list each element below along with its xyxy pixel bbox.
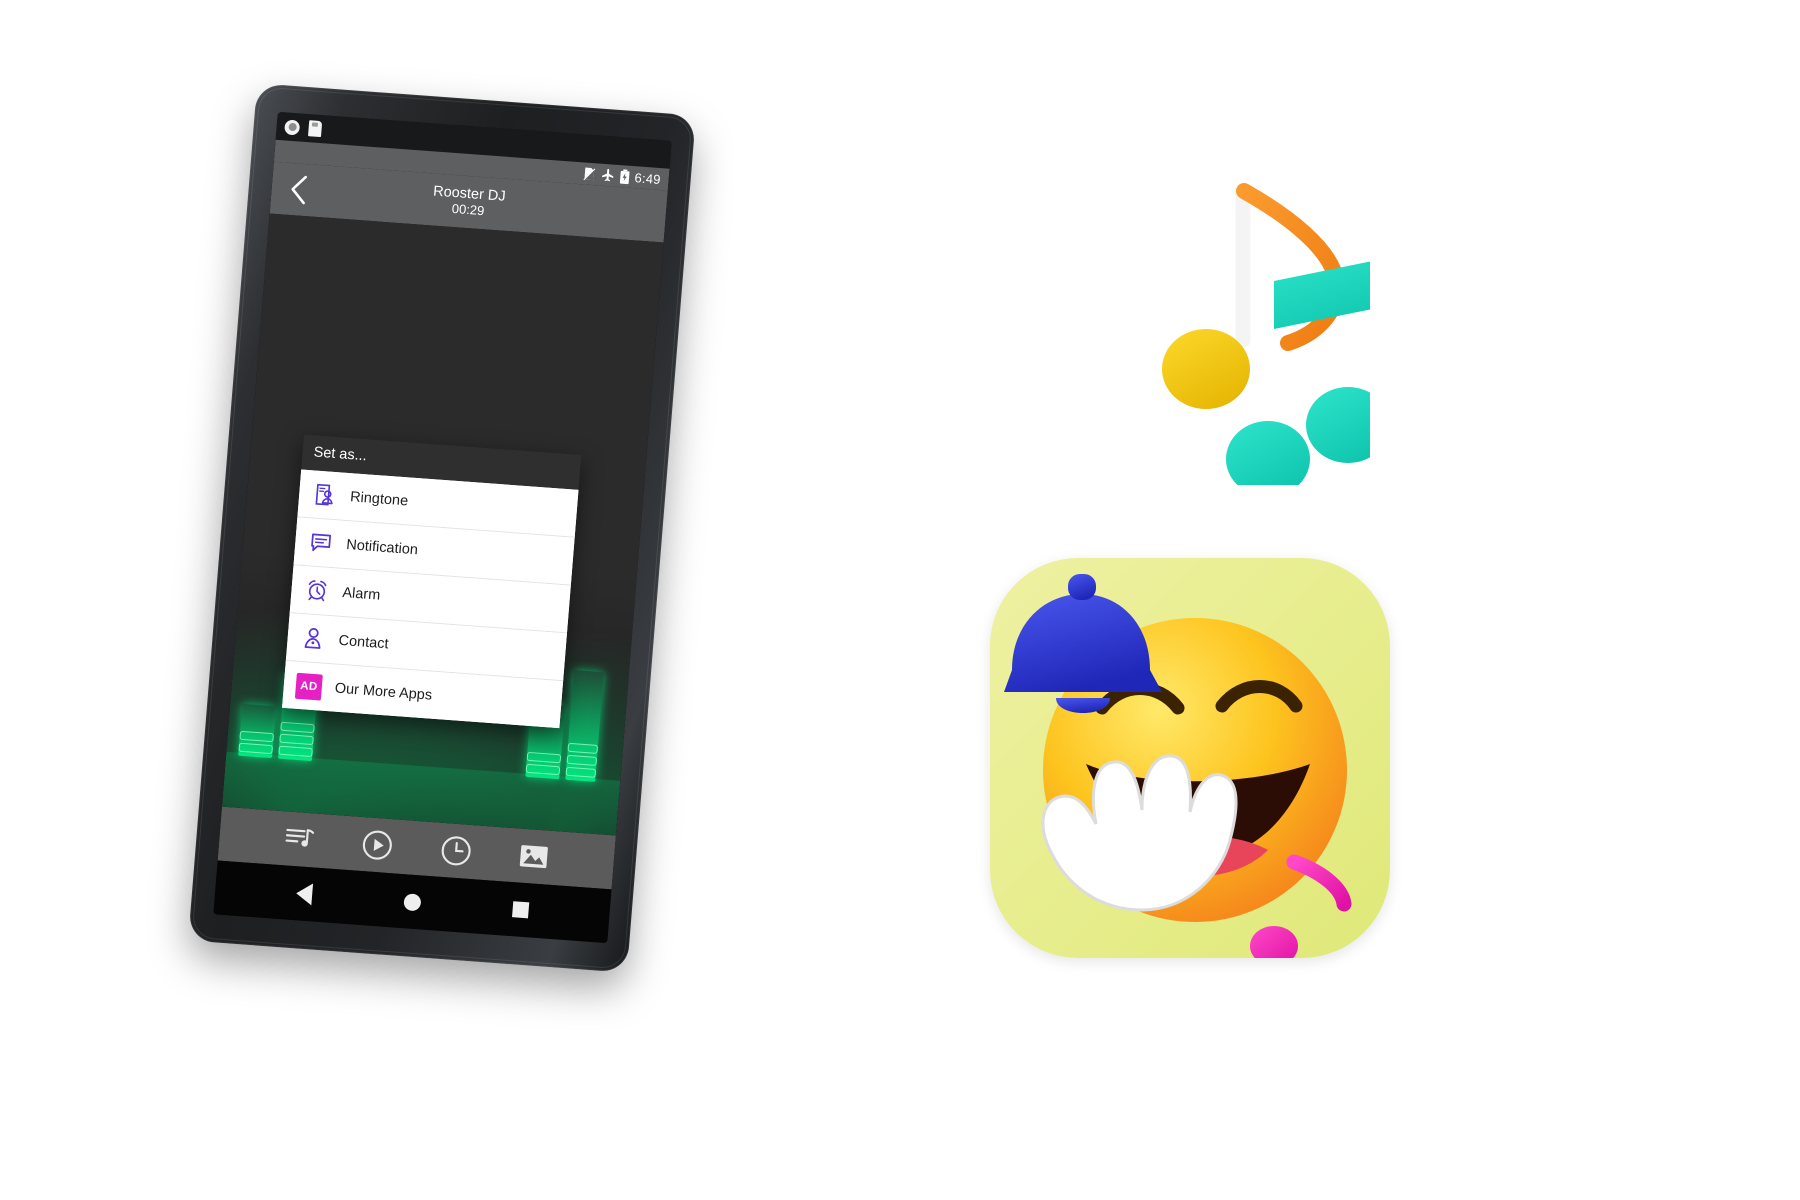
- tablet-screen: 6:49 Rooster DJ 00:29 Set as... Ringtone…: [213, 111, 672, 944]
- eq-bar: [238, 703, 277, 759]
- camera-icon: [284, 118, 301, 135]
- playlist-music-icon: [285, 828, 315, 847]
- menu-item-label: Notification: [345, 536, 419, 558]
- clock-icon: [441, 836, 471, 866]
- gallery-button[interactable]: [512, 835, 555, 878]
- contact-person-icon: [299, 624, 327, 652]
- triangle-back-icon: [295, 882, 313, 906]
- funny-ringtones-app-icon: [990, 558, 1390, 958]
- ringtone-contact-icon: [310, 481, 338, 509]
- android-back-button[interactable]: [282, 872, 325, 915]
- set-as-dialog: Set as... Ringtone Notification Alarm Co…: [282, 434, 582, 729]
- eq-bar: [565, 670, 604, 782]
- menu-item-label: Ringtone: [349, 488, 409, 509]
- timer-button[interactable]: [434, 829, 477, 872]
- alarm-clock-icon: [303, 577, 331, 605]
- dialog-menu-list: Ringtone Notification Alarm Contact AD O…: [282, 469, 579, 729]
- airplane-mode-icon: [600, 168, 615, 183]
- menu-item-label: Contact: [338, 632, 390, 652]
- tablet-mockup: 6:49 Rooster DJ 00:29 Set as... Ringtone…: [188, 83, 696, 973]
- no-sim-icon: [582, 166, 596, 181]
- playlist-button[interactable]: [278, 818, 321, 861]
- menu-item-label: Alarm: [341, 584, 381, 604]
- android-home-button[interactable]: [391, 880, 434, 923]
- chevron-left-icon: [291, 175, 308, 205]
- status-bar-clock: 6:49: [634, 169, 662, 187]
- sd-card-icon: [307, 120, 323, 138]
- play-circle-icon: [363, 830, 393, 860]
- music-notes-graphic: [1000, 145, 1416, 497]
- notification-message-icon: [306, 529, 334, 557]
- menu-item-label: Our More Apps: [334, 680, 433, 704]
- play-button[interactable]: [356, 824, 399, 867]
- player-content-area: Set as... Ringtone Notification Alarm Co…: [221, 213, 664, 836]
- android-recents-button[interactable]: [499, 888, 542, 931]
- square-recents-icon: [512, 901, 530, 919]
- circle-home-icon: [403, 892, 422, 911]
- battery-icon: [619, 168, 630, 185]
- ad-badge: AD: [294, 672, 323, 701]
- image-icon: [519, 845, 548, 869]
- back-button[interactable]: [280, 171, 317, 207]
